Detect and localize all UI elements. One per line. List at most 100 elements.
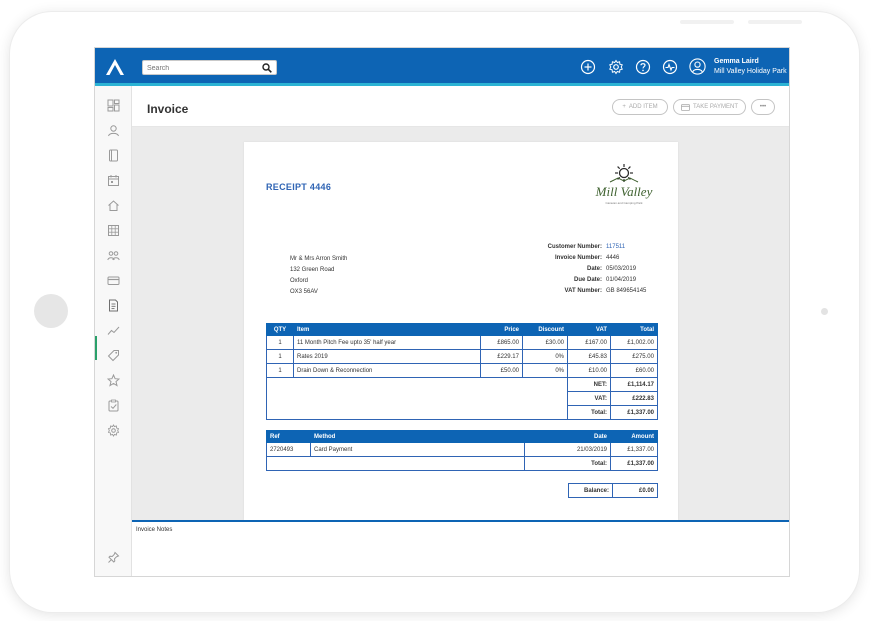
favourites-icon[interactable] xyxy=(107,374,120,387)
payments-total-label: Total: xyxy=(524,456,611,471)
method-cell: Card Payment xyxy=(310,442,525,457)
search-icon[interactable] xyxy=(262,63,272,73)
take-payment-button[interactable]: TAKE PAYMENT xyxy=(673,99,746,115)
meta-value: 4446 xyxy=(606,255,620,261)
page-header: Invoice + ADD ITEM TAKE PAYMENT ••• xyxy=(132,86,789,127)
sidebar xyxy=(95,86,132,576)
meta-label: VAT Number: xyxy=(564,288,602,294)
date-row: Date: 05/03/2019 xyxy=(494,264,666,275)
balance-label: Balance: xyxy=(568,483,613,498)
column-header: Method xyxy=(310,430,525,443)
tasks-icon[interactable] xyxy=(107,399,120,412)
settings-icon[interactable] xyxy=(107,424,120,437)
summary-row-net: NET: £1,114.17 xyxy=(266,377,658,420)
vat-value: £222.83 xyxy=(610,391,658,406)
reports-icon[interactable] xyxy=(107,324,120,337)
groups-icon[interactable] xyxy=(107,249,120,262)
invoice-number-row: Invoice Number: 4446 xyxy=(494,253,666,264)
more-options-button[interactable]: ••• xyxy=(751,99,775,115)
vat-cell: £45.83 xyxy=(567,349,611,364)
discount-cell: £30.00 xyxy=(522,335,568,350)
payments-table: Ref Method Date Amount 2720493 Card Paym… xyxy=(266,430,658,471)
tablet-home-button xyxy=(34,294,68,328)
total-label: Total: xyxy=(567,405,611,420)
qty-cell: 1 xyxy=(266,349,294,364)
customer-number-link[interactable]: 117511 xyxy=(606,242,666,253)
add-item-button[interactable]: + ADD ITEM xyxy=(612,99,668,115)
card-icon xyxy=(681,103,690,111)
table-header-row: QTY Item Price Discount VAT Total xyxy=(266,323,658,336)
mill-valley-logo: Mill Valley Caravan and Camping Park xyxy=(595,164,653,205)
receipt-title: RECEIPT 4446 xyxy=(266,182,332,192)
dashboard-icon[interactable] xyxy=(107,99,120,112)
user-organisation[interactable]: Mill Valley Holiday Park xyxy=(714,68,787,75)
item-cell: Drain Down & Reconnection xyxy=(293,363,481,378)
sidebar-active-indicator xyxy=(95,336,97,360)
app-logo-icon[interactable] xyxy=(105,58,125,76)
summary-spacer xyxy=(266,456,525,471)
invoice-workspace: RECEIPT 4446 Mill Valley Caravan and Cam… xyxy=(132,127,789,520)
table-row[interactable]: 1 Rates 2019 £229.17 0% £45.83 £275.00 xyxy=(266,349,658,364)
invoice-notes-panel[interactable]: Invoice Notes xyxy=(132,520,789,576)
balance-value: £0.00 xyxy=(612,483,658,498)
meta-label: Date: xyxy=(586,266,602,272)
brand-tagline: Caravan and Camping Park xyxy=(605,201,643,205)
calendar-icon[interactable] xyxy=(107,174,120,187)
app-window: Gemma Laird Mill Valley Holiday Park xyxy=(94,47,790,577)
search-input[interactable] xyxy=(147,62,257,74)
add-item-label: ADD ITEM xyxy=(628,104,658,110)
price-cell: £865.00 xyxy=(480,335,523,350)
column-header: Discount xyxy=(522,323,568,336)
payments-icon[interactable] xyxy=(107,274,120,287)
home-icon[interactable] xyxy=(107,199,120,212)
total-value: £1,337.00 xyxy=(610,405,658,420)
discount-cell: 0% xyxy=(522,363,568,378)
tags-icon[interactable] xyxy=(107,349,120,362)
tablet-camera xyxy=(821,308,828,315)
total-cell: £1,002.00 xyxy=(610,335,658,350)
payments-total-value: £1,337.00 xyxy=(610,456,658,471)
meta-label: Due Date: xyxy=(573,277,602,283)
add-icon[interactable] xyxy=(580,59,596,75)
activity-icon[interactable] xyxy=(662,59,678,75)
balance-table: Balance: £0.00 xyxy=(568,483,658,498)
address-line: Oxford xyxy=(290,278,309,284)
pin-icon[interactable] xyxy=(107,551,120,564)
due-date-row: Due Date: 01/04/2019 xyxy=(494,275,666,286)
top-bar: Gemma Laird Mill Valley Holiday Park xyxy=(95,48,789,86)
meta-value: 05/03/2019 xyxy=(606,266,637,272)
item-cell: 11 Month Pitch Fee upto 35' half year xyxy=(293,335,481,350)
price-cell: £50.00 xyxy=(480,363,523,378)
vat-number-row: VAT Number: GB 849654145 xyxy=(494,286,666,297)
vat-cell: £10.00 xyxy=(567,363,611,378)
contacts-icon[interactable] xyxy=(107,124,120,137)
table-header-row: Ref Method Date Amount xyxy=(266,430,658,443)
help-icon[interactable] xyxy=(635,59,651,75)
user-avatar-icon[interactable] xyxy=(689,58,706,75)
brand-name: Mill Valley xyxy=(595,184,653,199)
customer-number-row: Customer Number: 117511 xyxy=(494,242,666,253)
column-header: QTY xyxy=(266,323,294,336)
meta-value: 01/04/2019 xyxy=(606,277,637,283)
search-box[interactable] xyxy=(142,60,277,75)
column-header: Ref xyxy=(266,430,311,443)
address-line: OX3 56AV xyxy=(290,289,318,295)
settings-icon[interactable] xyxy=(608,59,624,75)
bookings-icon[interactable] xyxy=(107,149,120,162)
table-row[interactable]: 1 11 Month Pitch Fee upto 35' half year … xyxy=(266,335,658,350)
tablet-top-button xyxy=(680,20,734,24)
planner-icon[interactable] xyxy=(107,224,120,237)
user-name[interactable]: Gemma Laird xyxy=(714,58,759,65)
invoice-meta: Customer Number: 117511 Invoice Number: … xyxy=(494,242,666,297)
customer-address: Mr & Mrs Arron Smith 132 Green Road Oxfo… xyxy=(290,254,347,298)
qty-cell: 1 xyxy=(266,335,294,350)
tablet-top-button xyxy=(748,20,802,24)
column-header: Amount xyxy=(610,430,658,443)
invoice-items-table: QTY Item Price Discount VAT Total 1 11 M… xyxy=(266,323,658,420)
table-row[interactable]: 1 Drain Down & Reconnection £50.00 0% £1… xyxy=(266,363,658,378)
column-header: Total xyxy=(610,323,658,336)
table-row[interactable]: 2720493 Card Payment 21/03/2019 £1,337.0… xyxy=(266,442,658,457)
column-header: Date xyxy=(524,430,611,443)
column-header: VAT xyxy=(567,323,611,336)
invoices-icon[interactable] xyxy=(107,299,120,312)
